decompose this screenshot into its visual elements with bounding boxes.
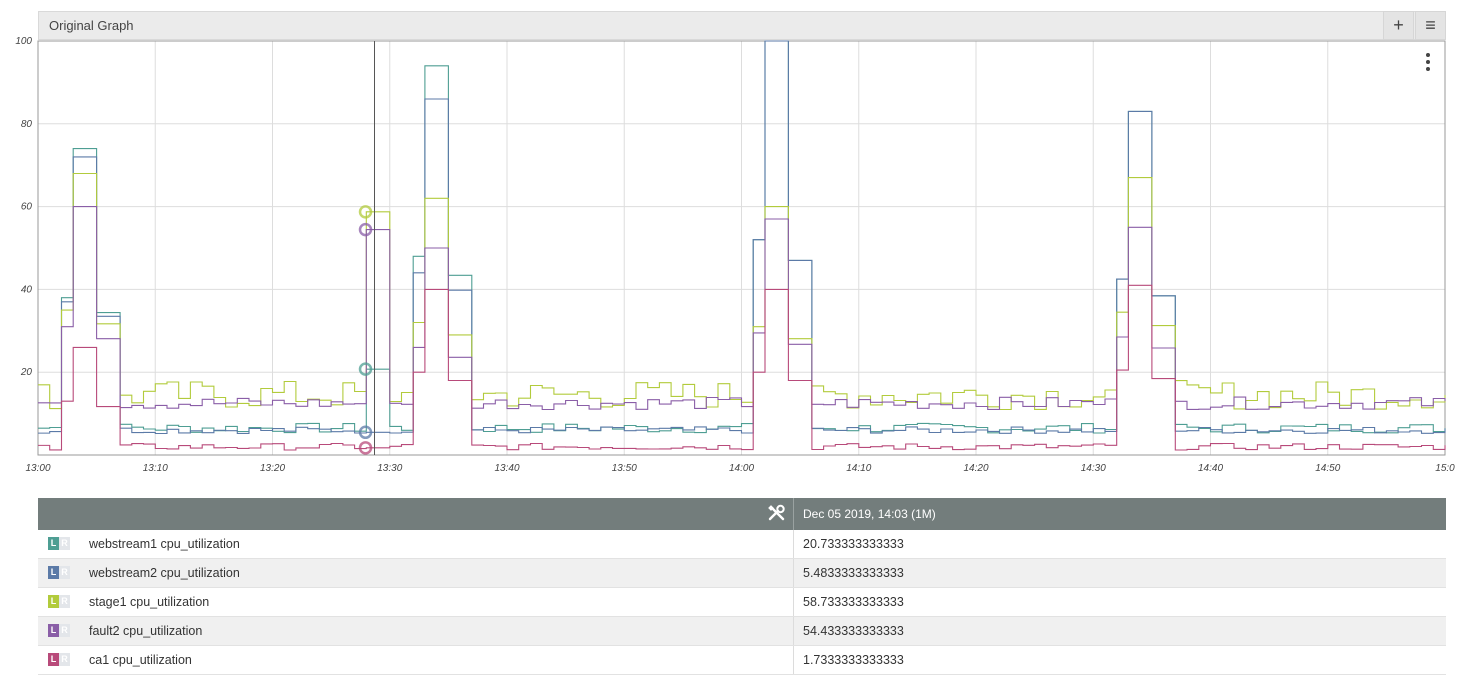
series-cell: L Rfault2 cpu_utilization (38, 616, 794, 646)
table-header: Dec 05 2019, 14:03 (1M) (38, 498, 1446, 530)
x-tick-label: 14:40 (1198, 463, 1223, 474)
table-row: L Rwebstream2 cpu_utilization 5.4833333333… (38, 558, 1446, 588)
series-name: webstream2 cpu_utilization (89, 566, 240, 580)
x-tick-label: 13:10 (143, 463, 168, 474)
x-tick-label: 14:00 (729, 463, 754, 474)
right-axis-toggle[interactable]: R (59, 624, 70, 637)
graph-title: Original Graph (49, 18, 134, 33)
plus-icon: + (1393, 15, 1404, 35)
x-tick-label: 14:20 (963, 463, 988, 474)
series-value: 58.733333333333 (793, 587, 1446, 617)
x-tick-label: 14:30 (1081, 463, 1106, 474)
right-axis-toggle[interactable]: R (59, 566, 70, 579)
y-tick-label: 20 (20, 367, 33, 378)
x-tick-label: 13:00 (25, 463, 50, 474)
table-header-timestamp: Dec 05 2019, 14:03 (1M) (803, 507, 936, 521)
table-row: L Rwebstream1 cpu_utilization 20.733333333… (38, 530, 1446, 559)
series-value: 54.433333333333 (793, 616, 1446, 646)
right-axis-toggle[interactable]: R (59, 653, 70, 666)
x-tick-label: 14:50 (1315, 463, 1340, 474)
x-tick-label: 15:0 (1435, 463, 1455, 474)
y-tick-label: 60 (21, 202, 33, 213)
table-header-series-cell (38, 498, 794, 530)
series-value: 1.7333333333333 (793, 645, 1446, 675)
right-axis-toggle[interactable]: R (59, 537, 70, 550)
series-value: 20.733333333333 (793, 530, 1446, 559)
kebab-dot (1426, 53, 1430, 57)
x-tick-label: 13:50 (612, 463, 637, 474)
series-value: 5.4833333333333 (793, 558, 1446, 588)
table-row: L Rstage1 cpu_utilization 58.733333333333 (38, 587, 1446, 617)
chart-options-button[interactable] (1420, 50, 1436, 74)
series-cell: L Rca1 cpu_utilization (38, 645, 794, 675)
axis-toggle[interactable]: LR (48, 595, 70, 608)
series-cell: L Rwebstream1 cpu_utilization (38, 530, 794, 559)
table-row: L Rfault2 cpu_utilization 54.433333333333 (38, 616, 1446, 646)
kebab-dot (1426, 60, 1430, 64)
x-tick-label: 13:40 (494, 463, 519, 474)
axis-toggle[interactable]: LR (48, 653, 70, 666)
y-tick-label: 80 (21, 119, 33, 130)
left-axis-toggle[interactable]: L (48, 595, 59, 608)
hamburger-icon: ≡ (1425, 15, 1436, 35)
axis-toggle[interactable]: LR (48, 537, 70, 550)
left-axis-toggle[interactable]: L (48, 566, 59, 579)
y-tick-label: 40 (21, 284, 33, 295)
x-tick-label: 13:30 (377, 463, 402, 474)
axis-toggle[interactable]: LR (48, 566, 70, 579)
series-name: fault2 cpu_utilization (89, 624, 203, 638)
series-cell: L Rwebstream2 cpu_utilization (38, 558, 794, 588)
wrench-screwdriver-icon[interactable] (767, 504, 787, 524)
series-name: ca1 cpu_utilization (89, 653, 192, 667)
x-tick-label: 13:20 (260, 463, 285, 474)
cpu-utilization-chart[interactable]: 20 40 60 80 100 13:00 13:10 13:20 13:30 13:40 13:5… (0, 36, 1457, 486)
left-axis-toggle[interactable]: L (48, 624, 59, 637)
series-values-table: Dec 05 2019, 14:03 (1M) L Rwebstream1 cpu… (38, 498, 1446, 675)
kebab-dot (1426, 67, 1430, 71)
series-name: stage1 cpu_utilization (89, 595, 210, 609)
left-axis-toggle[interactable]: L (48, 537, 59, 550)
axis-toggle[interactable]: LR (48, 624, 70, 637)
x-tick-label: 14:10 (846, 463, 871, 474)
series-name: webstream1 cpu_utilization (89, 537, 240, 551)
right-axis-toggle[interactable]: R (59, 595, 70, 608)
table-row: L Rca1 cpu_utilization 1.7333333333333 (38, 645, 1446, 675)
y-tick-label: 100 (15, 36, 32, 47)
left-axis-toggle[interactable]: L (48, 653, 59, 666)
series-cell: L Rstage1 cpu_utilization (38, 587, 794, 617)
